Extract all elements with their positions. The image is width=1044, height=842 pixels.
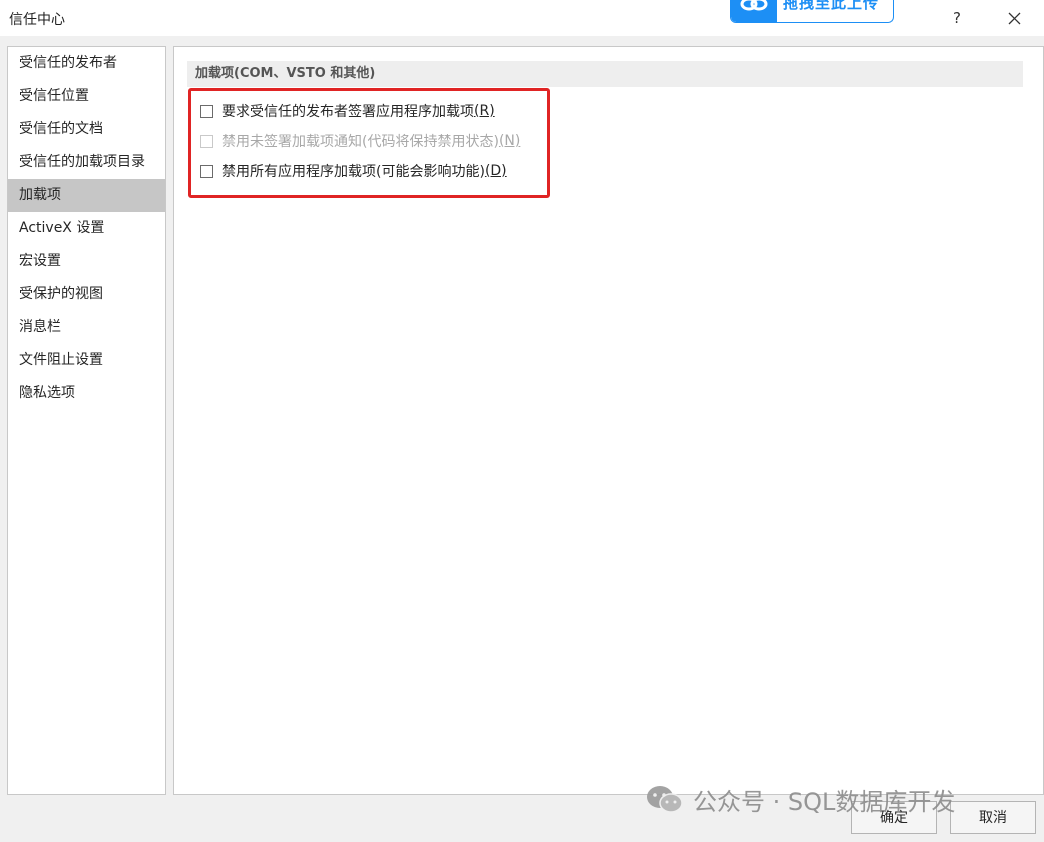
sidebar-item-addins[interactable]: 加载项 [8,179,165,212]
watermark-text: 公众号 · SQL数据库开发 [693,787,956,816]
sidebar-item-trusted-publishers[interactable]: 受信任的发布者 [8,47,165,80]
sidebar-nav: 受信任的发布者 受信任位置 受信任的文档 受信任的加载项目录 加载项 Activ… [7,46,166,795]
sidebar-item-trusted-locations[interactable]: 受信任位置 [8,80,165,113]
close-icon [1008,12,1020,24]
red-highlight-box [188,88,550,198]
window-title: 信任中心 [9,12,65,28]
sidebar-item-macro-settings[interactable]: 宏设置 [8,245,165,278]
close-button[interactable] [997,4,1031,32]
link-icon [731,0,777,22]
sidebar-item-activex-settings[interactable]: ActiveX 设置 [8,212,165,245]
watermark: 公众号 · SQL数据库开发 [645,782,955,816]
sidebar-item-trusted-documents[interactable]: 受信任的文档 [8,113,165,146]
sidebar-item-privacy-options[interactable]: 隐私选项 [8,377,165,410]
sidebar-item-protected-view[interactable]: 受保护的视图 [8,278,165,311]
upload-drop-badge[interactable]: 拖拽至此上传 [730,0,894,23]
upload-badge-label: 拖拽至此上传 [783,0,880,12]
sidebar-item-file-block-settings[interactable]: 文件阻止设置 [8,344,165,377]
help-button[interactable]: ? [940,4,974,32]
cancel-button[interactable]: 取消 [950,801,1036,834]
sidebar-item-trusted-addin-catalogs[interactable]: 受信任的加载项目录 [8,146,165,179]
sidebar-item-message-bar[interactable]: 消息栏 [8,311,165,344]
section-title: 加载项(COM、VSTO 和其他) [187,61,1023,87]
addins-settings-panel: 加载项(COM、VSTO 和其他) 要求受信任的发布者签署应用程序加载项 (R) … [173,46,1044,795]
wechat-icon [647,786,683,813]
